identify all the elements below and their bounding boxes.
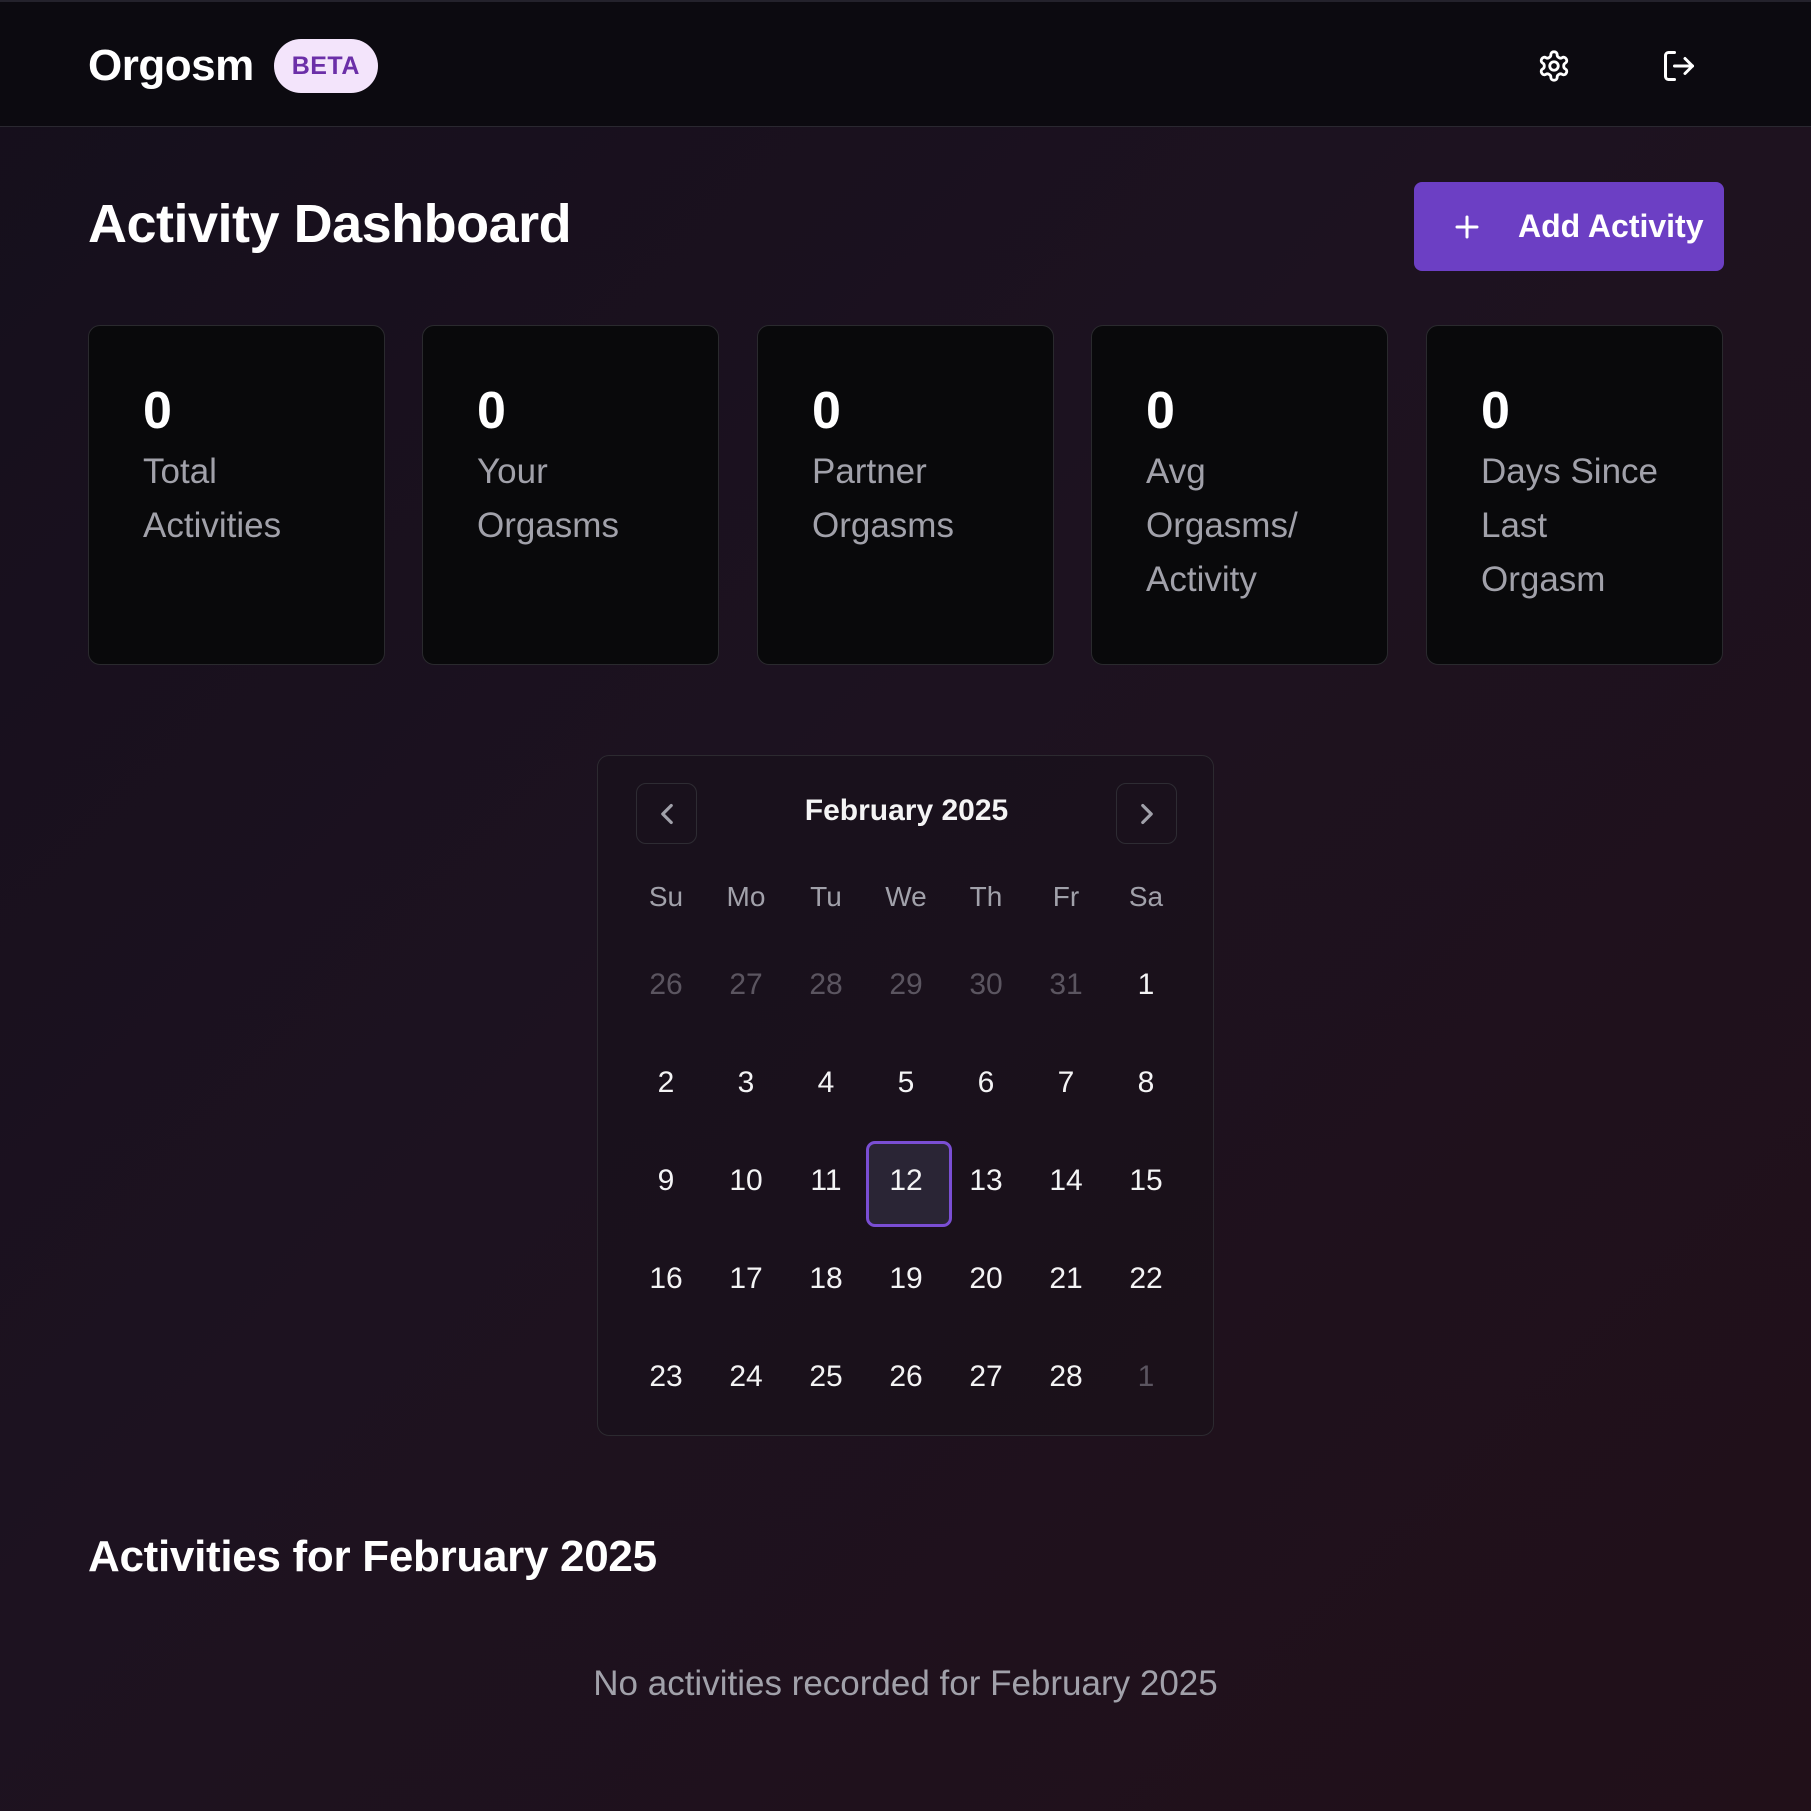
stat-value: 0 bbox=[812, 382, 841, 440]
calendar-day[interactable]: 27 bbox=[706, 936, 786, 1034]
calendar-next-button[interactable] bbox=[1116, 783, 1177, 844]
calendar-day[interactable]: 13 bbox=[946, 1132, 1026, 1230]
stat-label: Partner Orgasms bbox=[812, 452, 954, 545]
calendar-day[interactable]: 1 bbox=[1106, 936, 1186, 1034]
stat-card-total-activities: 0 Total Activities bbox=[88, 325, 385, 665]
calendar-day[interactable]: 22 bbox=[1106, 1230, 1186, 1328]
calendar-day[interactable]: 24 bbox=[706, 1328, 786, 1426]
empty-state-message: No activities recorded for February 2025 bbox=[593, 1664, 1218, 1703]
weekday-label: Su bbox=[648, 881, 684, 912]
weekday-label: Th bbox=[969, 881, 1003, 912]
calendar-day[interactable]: 27 bbox=[946, 1328, 1026, 1426]
stat-value: 0 bbox=[143, 382, 172, 440]
calendar-day[interactable]: 7 bbox=[1026, 1034, 1106, 1132]
calendar-day-grid: 26 27 28 29 30 31 1 2 3 4 5 6 7 8 9 10 11 12 13 14 15 16 17 18 1… bbox=[626, 936, 1186, 1426]
calendar-day[interactable]: 10 bbox=[706, 1132, 786, 1230]
gear-icon bbox=[1539, 50, 1569, 82]
calendar-day[interactable]: 1 bbox=[1106, 1328, 1186, 1426]
weekday-label: We bbox=[885, 881, 927, 912]
calendar-day[interactable]: 16 bbox=[626, 1230, 706, 1328]
calendar-day[interactable]: 11 bbox=[786, 1132, 866, 1230]
top-bar: Orgosm BETA bbox=[0, 0, 1811, 127]
plus-icon bbox=[1455, 215, 1479, 238]
stat-label: Days Since Last Orgasm bbox=[1481, 452, 1659, 599]
logout-icon bbox=[1664, 51, 1694, 81]
calendar-day[interactable]: 30 bbox=[946, 936, 1026, 1034]
stat-value: 0 bbox=[1146, 382, 1175, 440]
stat-card-avg-orgasms: 0 Avg Orgasms/ Activity bbox=[1091, 325, 1388, 665]
weekday-label: Fr bbox=[1052, 881, 1080, 912]
calendar-day[interactable]: 15 bbox=[1106, 1132, 1186, 1230]
stat-card-partner-orgasms: 0 Partner Orgasms bbox=[757, 325, 1054, 665]
stat-label: Total Activities bbox=[143, 452, 282, 545]
calendar-day[interactable]: 23 bbox=[626, 1328, 706, 1426]
add-activity-label: Add Activity bbox=[1518, 208, 1704, 244]
calendar-day[interactable]: 20 bbox=[946, 1230, 1026, 1328]
brand-name: Orgosm bbox=[88, 41, 254, 90]
activities-section-title: Activities for February 2025 bbox=[88, 1532, 657, 1581]
stat-label: Avg Orgasms/ Activity bbox=[1146, 452, 1298, 599]
stat-label: Your Orgasms bbox=[477, 452, 619, 545]
calendar-day[interactable]: 26 bbox=[626, 936, 706, 1034]
calendar-day[interactable]: 28 bbox=[1026, 1328, 1106, 1426]
settings-button[interactable] bbox=[1528, 40, 1580, 92]
page-title: Activity Dashboard bbox=[88, 194, 572, 254]
stat-value: 0 bbox=[1481, 382, 1510, 440]
calendar-day[interactable]: 18 bbox=[786, 1230, 866, 1328]
beta-badge: BETA bbox=[273, 39, 378, 93]
calendar-day[interactable]: 6 bbox=[946, 1034, 1026, 1132]
weekday-label: Mo bbox=[726, 881, 766, 912]
stat-card-your-orgasms: 0 Your Orgasms bbox=[422, 325, 719, 665]
brand[interactable]: Orgosm BETA bbox=[88, 38, 378, 94]
calendar-day[interactable]: 29 bbox=[866, 936, 946, 1034]
calendar-day[interactable]: 14 bbox=[1026, 1132, 1106, 1230]
calendar-day[interactable]: 21 bbox=[1026, 1230, 1106, 1328]
calendar-day[interactable]: 28 bbox=[786, 936, 866, 1034]
calendar-day[interactable]: 17 bbox=[706, 1230, 786, 1328]
calendar-day[interactable]: 25 bbox=[786, 1328, 866, 1426]
calendar-day-selected[interactable]: 12 bbox=[866, 1132, 952, 1230]
logout-button[interactable] bbox=[1653, 40, 1705, 92]
calendar: February 2025 Su Mo Tu We Th Fr Sa 26 27 2… bbox=[597, 755, 1214, 1436]
add-activity-button[interactable]: Add Activity bbox=[1414, 182, 1724, 271]
calendar-day[interactable]: 3 bbox=[706, 1034, 786, 1132]
stat-value: 0 bbox=[477, 382, 506, 440]
calendar-day[interactable]: 5 bbox=[866, 1034, 946, 1132]
calendar-day[interactable]: 19 bbox=[866, 1230, 946, 1328]
chevron-right-icon bbox=[1140, 803, 1153, 824]
calendar-day[interactable]: 31 bbox=[1026, 936, 1106, 1034]
calendar-day[interactable]: 2 bbox=[626, 1034, 706, 1132]
calendar-day[interactable]: 9 bbox=[626, 1132, 706, 1230]
calendar-day[interactable]: 4 bbox=[786, 1034, 866, 1132]
weekday-label: Tu bbox=[810, 881, 842, 912]
calendar-day[interactable]: 8 bbox=[1106, 1034, 1186, 1132]
calendar-day[interactable]: 26 bbox=[866, 1328, 946, 1426]
weekday-label: Sa bbox=[1128, 881, 1164, 912]
stat-card-days-since-last: 0 Days Since Last Orgasm bbox=[1426, 325, 1723, 665]
calendar-weekday-header: Su Mo Tu We Th Fr Sa bbox=[626, 881, 1186, 913]
